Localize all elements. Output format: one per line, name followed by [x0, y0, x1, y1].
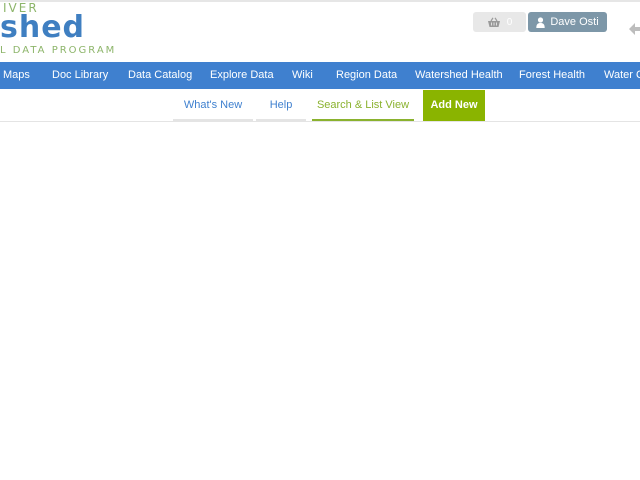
nav-item-region-data[interactable]: Region Data	[336, 62, 397, 89]
add-new-button[interactable]: Add New	[423, 90, 485, 121]
nav-item-maps[interactable]: Maps	[3, 62, 30, 89]
nav-item-explore-data[interactable]: Explore Data	[210, 62, 274, 89]
tab-help[interactable]: Help	[256, 90, 306, 121]
basket-icon	[487, 16, 501, 28]
user-menu-button[interactable]: Dave Osti	[528, 12, 607, 32]
back-arrow-icon[interactable]	[628, 22, 640, 41]
logo-main-text: shed	[0, 10, 86, 45]
main-content	[0, 123, 640, 480]
user-icon	[536, 16, 546, 28]
tab-search-list-view[interactable]: Search & List View	[312, 90, 414, 121]
nav-item-data-catalog[interactable]: Data Catalog	[128, 62, 192, 89]
nav-item-watershed-health[interactable]: Watershed Health	[415, 62, 503, 89]
cart-count: 0	[506, 16, 513, 28]
nav-item-wiki[interactable]: Wiki	[292, 62, 313, 89]
nav-item-forest-health[interactable]: Forest Health	[519, 62, 585, 89]
subnav-divider	[0, 121, 640, 122]
user-name: Dave Osti	[550, 16, 599, 28]
page: IVER shed L DATA PROGRAM 0 Dave Osti Map…	[0, 0, 640, 480]
site-logo[interactable]: IVER shed L DATA PROGRAM	[0, 0, 120, 60]
cart-button[interactable]: 0	[473, 12, 526, 32]
nav-item-doc-library[interactable]: Doc Library	[52, 62, 108, 89]
main-navigation: Maps Doc Library Data Catalog Explore Da…	[0, 62, 640, 89]
logo-sub-text: L DATA PROGRAM	[0, 45, 117, 56]
nav-item-water-quality[interactable]: Water Q	[604, 62, 640, 89]
tab-whats-new[interactable]: What's New	[173, 90, 253, 121]
